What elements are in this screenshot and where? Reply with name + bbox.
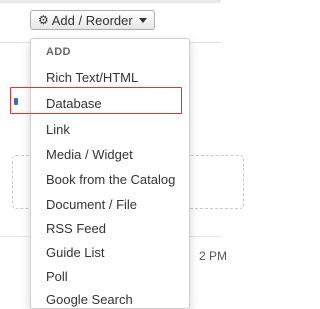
menu-item-media-widget[interactable]: Media / Widget [46,147,133,162]
add-dropdown-menu: ADD Rich Text/HTML Database Link Media /… [30,38,190,309]
menu-item-book-from-catalog[interactable]: Book from the Catalog [46,172,175,187]
menu-item-link[interactable]: Link [46,122,70,137]
caret-down-icon [138,17,147,23]
menu-item-guide-list[interactable]: Guide List [46,245,105,260]
menu-header: ADD [46,46,71,58]
menu-item-google-search[interactable]: Google Search [46,292,133,307]
menu-item-document-file[interactable]: Document / File [46,197,137,212]
menu-item-poll[interactable]: Poll [46,269,68,284]
menu-item-rich-text-html[interactable]: Rich Text/HTML [46,70,138,85]
timestamp-partial: 2 PM [199,249,228,263]
add-reorder-label: Add / Reorder [51,12,133,28]
menu-item-rss-feed[interactable]: RSS Feed [46,221,106,236]
add-reorder-button[interactable]: ⚙ Add / Reorder [30,10,155,30]
highlight-annotation-box [10,87,182,114]
gear-icon: ⚙ [38,13,49,27]
